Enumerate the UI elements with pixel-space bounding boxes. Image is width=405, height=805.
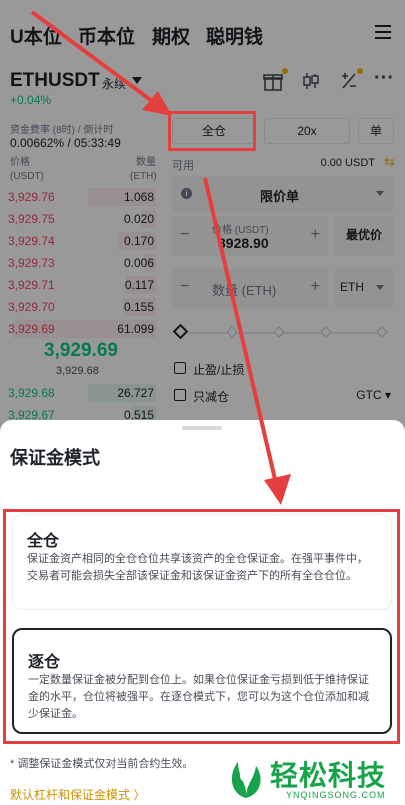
leaf-logo-icon	[231, 762, 261, 798]
watermark-logo: 轻松科技 YNQINGSONG.COM	[220, 752, 405, 805]
trading-screen: U本位 币本位 期权 聪明钱 ETHUSDT 永续 +0.04% ··· 资金费…	[0, 0, 405, 805]
annotation-arrows	[30, 10, 291, 505]
watermark-url: YNQINGSONG.COM	[286, 790, 386, 800]
watermark-text: 轻松科技	[270, 760, 387, 791]
